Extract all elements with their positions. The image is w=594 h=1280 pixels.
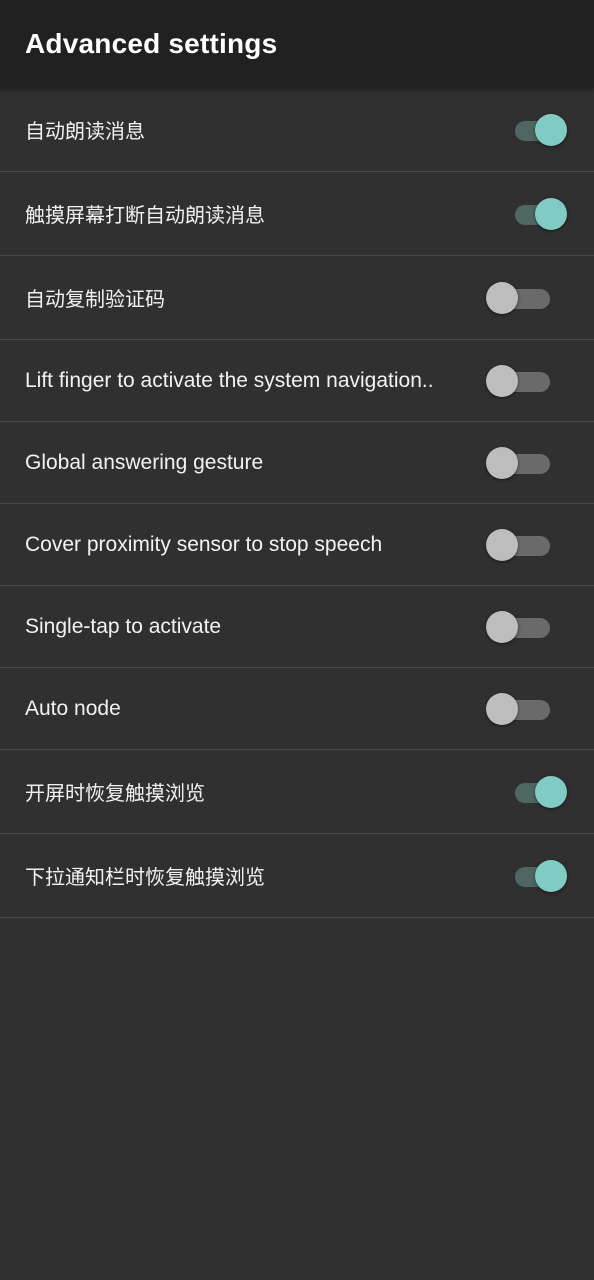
- auto-copy-code-toggle[interactable]: [486, 281, 552, 315]
- auto-node-toggle[interactable]: [486, 692, 552, 726]
- setting-label: Global answering gesture: [25, 450, 264, 474]
- global-answering-gesture-toggle[interactable]: [486, 446, 552, 480]
- toggle-thumb: [535, 775, 567, 808]
- setting-label: Lift finger to activate the system navig…: [25, 368, 434, 392]
- setting-label: Cover proximity sensor to stop speech: [25, 532, 383, 556]
- restore-touch-on-notification-shade-toggle[interactable]: [515, 859, 567, 893]
- setting-row-single-tap-activate[interactable]: Single-tap to activate: [0, 586, 594, 668]
- setting-row-touch-interrupt-reading[interactable]: 触摸屏幕打断自动朗读消息: [0, 172, 594, 256]
- single-tap-activate-toggle[interactable]: [486, 610, 552, 644]
- proximity-stop-speech-toggle[interactable]: [486, 528, 552, 562]
- setting-row-auto-copy-code[interactable]: 自动复制验证码: [0, 256, 594, 340]
- setting-label: 自动复制验证码: [25, 287, 165, 311]
- setting-row-restore-touch-on-screen-on[interactable]: 开屏时恢复触摸浏览: [0, 750, 594, 834]
- setting-row-auto-node[interactable]: Auto node: [0, 668, 594, 750]
- setting-label: 触摸屏幕打断自动朗读消息: [25, 203, 265, 227]
- toggle-thumb: [486, 446, 518, 479]
- toggle-thumb: [486, 610, 518, 643]
- setting-row-lift-finger-navigation[interactable]: Lift finger to activate the system navig…: [0, 340, 594, 422]
- lift-finger-navigation-toggle[interactable]: [486, 364, 552, 398]
- restore-touch-on-screen-on-toggle[interactable]: [515, 775, 567, 809]
- toggle-thumb: [535, 859, 567, 892]
- toggle-thumb: [535, 113, 567, 146]
- setting-row-auto-read-messages[interactable]: 自动朗读消息: [0, 88, 594, 172]
- setting-row-proximity-stop-speech[interactable]: Cover proximity sensor to stop speech: [0, 504, 594, 586]
- setting-label: 开屏时恢复触摸浏览: [25, 781, 205, 805]
- setting-label: Single-tap to activate: [25, 614, 222, 638]
- setting-row-restore-touch-on-notification-shade[interactable]: 下拉通知栏时恢复触摸浏览: [0, 834, 594, 918]
- toggle-thumb: [486, 528, 518, 561]
- setting-label: Auto node: [25, 696, 121, 720]
- auto-read-messages-toggle[interactable]: [515, 113, 567, 147]
- setting-label: 下拉通知栏时恢复触摸浏览: [25, 865, 265, 889]
- settings-list: 自动朗读消息 触摸屏幕打断自动朗读消息 自动复制验证码 Lift finger …: [0, 88, 594, 918]
- setting-row-global-answering-gesture[interactable]: Global answering gesture: [0, 422, 594, 504]
- toggle-thumb: [535, 197, 567, 230]
- touch-interrupt-reading-toggle[interactable]: [515, 197, 567, 231]
- toggle-thumb: [486, 364, 518, 397]
- setting-label: 自动朗读消息: [25, 119, 145, 143]
- page-title: Advanced settings: [25, 28, 278, 59]
- toggle-thumb: [486, 281, 518, 314]
- toggle-thumb: [486, 692, 518, 725]
- app-bar: Advanced settings: [0, 0, 594, 88]
